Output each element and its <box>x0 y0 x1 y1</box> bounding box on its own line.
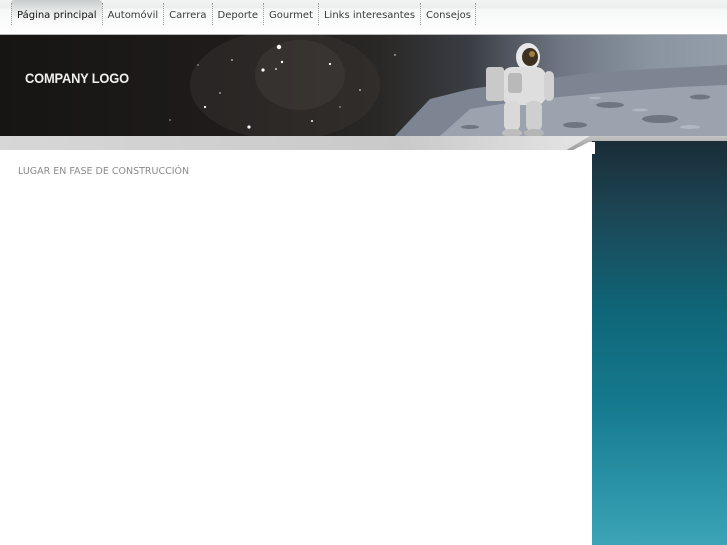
right-sidebar <box>592 141 727 545</box>
header-band-shine <box>0 136 590 150</box>
nav-item-deporte[interactable]: Deporte <box>211 0 264 34</box>
nav-item-pagina-principal[interactable]: Página principal <box>11 0 102 34</box>
page: Página principal Automóvil Carrera Depor… <box>0 0 727 545</box>
main-content: LUGAR EN FASE DE CONSTRUCCIÓN <box>0 150 592 545</box>
nav-item-links-interesantes[interactable]: Links interesantes <box>317 0 420 34</box>
nav-item-carrera[interactable]: Carrera <box>163 0 211 34</box>
nav-item-gourmet[interactable]: Gourmet <box>263 0 318 34</box>
nav-item-consejos[interactable]: Consejos <box>420 0 476 34</box>
nav-menu: Página principal Automóvil Carrera Depor… <box>11 0 476 34</box>
nav-item-automovil[interactable]: Automóvil <box>101 0 164 34</box>
construction-notice: LUGAR EN FASE DE CONSTRUCCIÓN <box>18 166 190 177</box>
nav-separator <box>474 3 476 25</box>
top-navigation: Página principal Automóvil Carrera Depor… <box>0 0 727 34</box>
header-banner: COMPANY LOGO <box>0 35 727 136</box>
company-logo[interactable]: COMPANY LOGO <box>25 70 129 86</box>
